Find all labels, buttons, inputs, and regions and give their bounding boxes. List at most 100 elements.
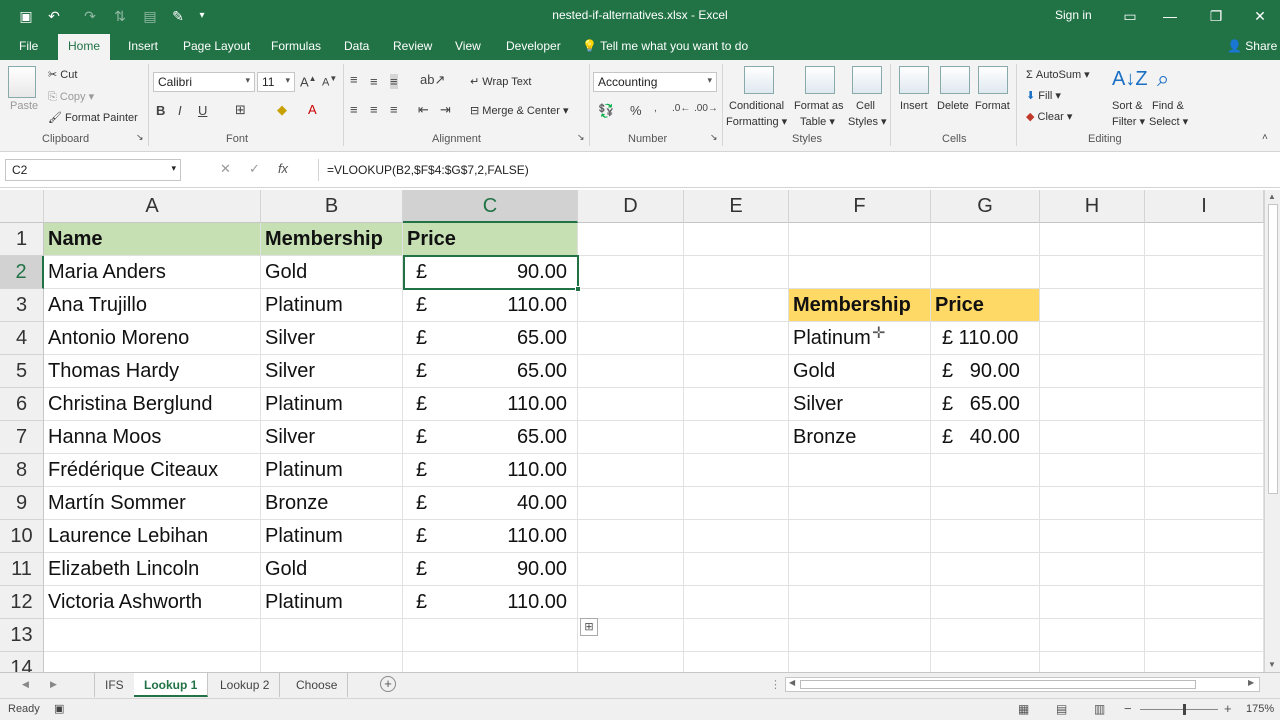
name-box[interactable]: C2 ▾ xyxy=(5,159,181,181)
price-cell[interactable]: £110.00 xyxy=(403,586,578,619)
grid-cell[interactable] xyxy=(1145,289,1264,322)
paste-button[interactable]: Paste xyxy=(10,100,38,112)
column-header-f[interactable]: F xyxy=(789,190,931,223)
grid-cell[interactable] xyxy=(684,289,789,322)
name-cell[interactable]: Martín Sommer xyxy=(44,487,261,520)
page-layout-view-icon[interactable]: ▤ xyxy=(1056,702,1067,716)
find-select-button[interactable]: Find & xyxy=(1152,100,1184,112)
grid-cell[interactable] xyxy=(403,652,578,672)
grid-cell[interactable] xyxy=(684,355,789,388)
percent-icon[interactable]: % xyxy=(630,103,642,118)
format-as-table-button[interactable]: Format as xyxy=(794,100,844,112)
lookup-membership-cell[interactable]: Platinum xyxy=(789,322,931,355)
font-name-select[interactable]: Calibri ▾ xyxy=(153,72,255,92)
grid-cell[interactable] xyxy=(1145,553,1264,586)
column-header-g[interactable]: G xyxy=(931,190,1040,223)
scroll-thumb[interactable] xyxy=(1268,204,1278,494)
format-painter-button[interactable]: 🖌 Format Painter xyxy=(48,111,138,124)
grid-cell[interactable] xyxy=(931,487,1040,520)
grid-cell[interactable] xyxy=(1040,355,1145,388)
align-middle-icon[interactable]: ≡ xyxy=(370,74,378,89)
membership-cell[interactable]: Platinum xyxy=(261,586,403,619)
grid-cell[interactable] xyxy=(684,322,789,355)
grid-cell[interactable] xyxy=(684,586,789,619)
fill-handle[interactable] xyxy=(575,286,581,292)
delete-cells-button[interactable]: Delete xyxy=(937,100,969,112)
share-button[interactable]: 👤 Share xyxy=(1227,39,1277,53)
cut-button[interactable]: ✂ Cut xyxy=(48,68,77,81)
lookup-membership-cell[interactable]: Silver xyxy=(789,388,931,421)
column-header-i[interactable]: I xyxy=(1145,190,1264,223)
align-right-icon[interactable]: ≡ xyxy=(390,102,398,117)
price-cell[interactable]: £65.00 xyxy=(403,421,578,454)
close-icon[interactable]: ✕ xyxy=(1250,6,1270,26)
insert-function-icon[interactable]: fx xyxy=(278,161,288,176)
grid-cell[interactable] xyxy=(789,223,931,256)
grid-cell[interactable] xyxy=(1145,487,1264,520)
prev-sheet-icon[interactable]: ◀ xyxy=(22,679,29,690)
name-cell[interactable]: Hanna Moos xyxy=(44,421,261,454)
row-header[interactable]: 3 xyxy=(0,289,44,322)
grid-cell[interactable] xyxy=(931,619,1040,652)
zoom-slider[interactable] xyxy=(1140,709,1218,710)
underline-icon[interactable]: U xyxy=(198,103,207,118)
membership-cell[interactable]: Silver xyxy=(261,421,403,454)
conditional-formatting-button[interactable]: Conditional xyxy=(729,100,784,112)
number-format-select[interactable]: Accounting ▾ xyxy=(593,72,717,92)
scroll-up-icon[interactable]: ▲ xyxy=(1268,192,1276,201)
dialog-launcher-icon[interactable]: ↘ xyxy=(136,132,144,143)
cell-styles-button[interactable]: Cell xyxy=(856,100,875,112)
enter-icon[interactable]: ✓ xyxy=(249,161,260,176)
bold-icon[interactable]: B xyxy=(156,103,165,118)
grid-cell[interactable] xyxy=(578,652,684,672)
delete-cells-icon[interactable] xyxy=(940,66,970,94)
select-all-corner[interactable] xyxy=(0,190,44,223)
horizontal-scrollbar[interactable]: ◀ ▶ xyxy=(785,677,1260,692)
grid-cell[interactable] xyxy=(1040,487,1145,520)
grid-cell[interactable] xyxy=(1040,454,1145,487)
grid-cell[interactable] xyxy=(1145,652,1264,672)
grid-cell[interactable] xyxy=(44,652,261,672)
grid-cell[interactable] xyxy=(1145,586,1264,619)
grid-cell[interactable] xyxy=(931,223,1040,256)
grid-cell[interactable] xyxy=(789,619,931,652)
grid-cell[interactable] xyxy=(1040,256,1145,289)
grid-cell[interactable] xyxy=(931,520,1040,553)
grid-cell[interactable] xyxy=(684,520,789,553)
price-cell[interactable]: £110.00 xyxy=(403,289,578,322)
row-header[interactable]: 13 xyxy=(0,619,44,652)
tab-file[interactable]: File xyxy=(19,39,38,53)
orientation-icon[interactable]: ab↗ xyxy=(420,72,445,88)
insert-cells-button[interactable]: Insert xyxy=(900,100,928,112)
grid-cell[interactable] xyxy=(684,421,789,454)
scroll-down-icon[interactable]: ▼ xyxy=(1268,660,1276,669)
grid-cell[interactable] xyxy=(1040,223,1145,256)
name-cell[interactable]: Elizabeth Lincoln xyxy=(44,553,261,586)
lookup-header-membership[interactable]: Membership xyxy=(789,289,931,322)
row-header[interactable]: 4 xyxy=(0,322,44,355)
membership-cell[interactable]: Platinum xyxy=(261,454,403,487)
ribbon-display-icon[interactable]: ▭ xyxy=(1120,6,1140,26)
row-header[interactable]: 10 xyxy=(0,520,44,553)
normal-view-icon[interactable]: ▦ xyxy=(1018,702,1029,716)
lookup-price-cell[interactable]: £ 90.00 xyxy=(931,355,1040,388)
grid-cell[interactable] xyxy=(931,256,1040,289)
align-bottom-icon[interactable]: ≡ xyxy=(390,74,398,89)
grid-cell[interactable] xyxy=(1145,355,1264,388)
increase-indent-icon[interactable]: ⇥ xyxy=(440,102,451,118)
vertical-scrollbar[interactable]: ▲ ▼ xyxy=(1264,190,1280,672)
clear-button[interactable]: ◆ Clear ▾ xyxy=(1026,110,1072,123)
tab-home[interactable]: Home xyxy=(58,34,111,60)
name-cell[interactable]: Frédérique Citeaux xyxy=(44,454,261,487)
grid-cell[interactable] xyxy=(578,586,684,619)
column-header-h[interactable]: H xyxy=(1040,190,1145,223)
grid-cell[interactable] xyxy=(578,289,684,322)
price-cell[interactable]: £65.00 xyxy=(403,322,578,355)
grid-cell[interactable] xyxy=(578,454,684,487)
grid-cell[interactable] xyxy=(789,487,931,520)
row-header[interactable]: 12 xyxy=(0,586,44,619)
grid-cell[interactable] xyxy=(578,388,684,421)
grid-cell[interactable] xyxy=(578,421,684,454)
column-header-d[interactable]: D xyxy=(578,190,684,223)
grid-cell[interactable] xyxy=(1145,520,1264,553)
